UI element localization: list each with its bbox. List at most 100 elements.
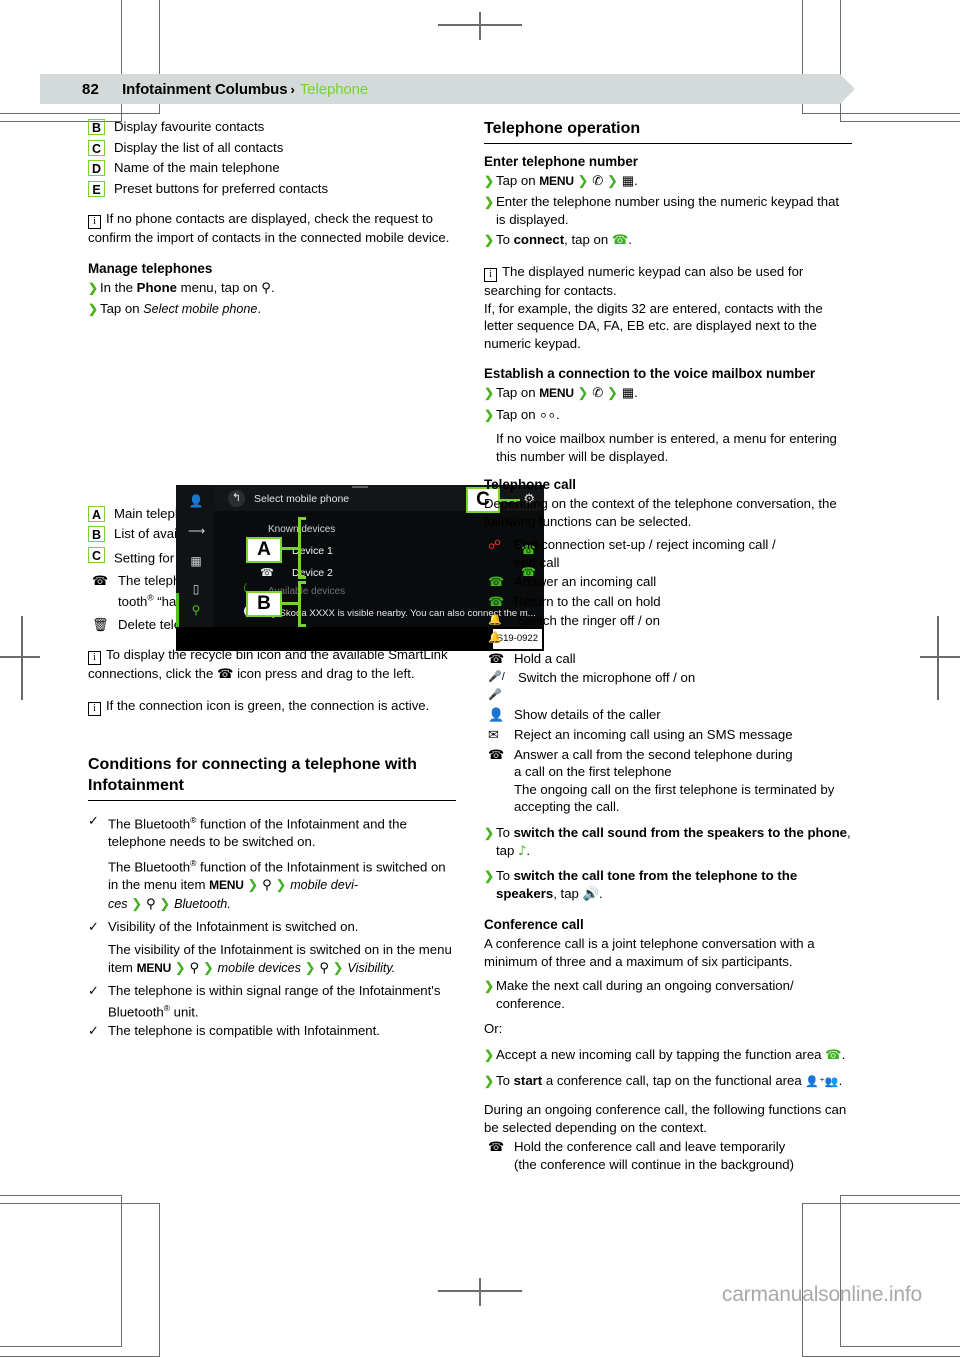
- callout-key: B: [88, 119, 105, 135]
- step-conference-start: ❯ To start a conference call, tap on the…: [484, 1072, 843, 1088]
- back-button[interactable]: ↰: [228, 490, 245, 507]
- note-recycle-bin: i To display the recycle bin icon and the…: [88, 646, 456, 684]
- callout-key: D: [88, 160, 105, 177]
- page-header: 82 Infotainment Columbus › Telephone: [40, 74, 855, 104]
- step-enter-number-keypad: ❯ Enter the telephone number using the n…: [484, 193, 852, 228]
- keypad-icon[interactable]: ▦: [188, 553, 204, 569]
- step-switch-to-phone: ❯ To switch the call sound from the spea…: [484, 825, 851, 859]
- callout-letter-a: A: [246, 537, 282, 563]
- right-column: Telephone operation Enter telephone numb…: [484, 118, 852, 1176]
- screenshot-title: Select mobile phone: [254, 493, 350, 505]
- step-conference-accept: ❯ Accept a new incoming call by tapping …: [484, 1046, 852, 1065]
- contact-icon[interactable]: 👤: [188, 493, 204, 509]
- step-switch-to-speakers: ❯ To switch the call tone from the telep…: [484, 868, 798, 902]
- conference-during-text: During an ongoing conference call, the f…: [484, 1102, 847, 1135]
- conference-start-pre: To: [496, 1072, 514, 1088]
- switch-phone-pre: To: [496, 825, 514, 840]
- answer-call-icon: ☎: [488, 574, 505, 590]
- screenshot-spacer: [88, 322, 456, 505]
- call-function-end: ☍ End connection set-up / reject incomin…: [484, 536, 852, 571]
- step-text-pre: Tap on: [496, 406, 540, 422]
- step-text-pre: Tap on: [496, 384, 540, 400]
- speaker-icon: 🔊: [582, 886, 599, 902]
- callout-key: C: [88, 139, 105, 156]
- callout-text: Preset buttons for preferred contacts: [114, 180, 329, 196]
- call-function-text: Show details of the caller: [514, 707, 661, 723]
- conference-accept-post: .: [841, 1046, 846, 1062]
- step-text: Make the next call during an ongoing con…: [496, 978, 794, 1011]
- callout-bracket-b-top: [298, 581, 306, 584]
- callout-row: B Display favourite contacts: [88, 118, 456, 136]
- step-text-post: , tap on: [564, 232, 612, 248]
- callout-text: Display the list of all contacts: [114, 139, 284, 155]
- handset-icon: ☎: [217, 667, 234, 683]
- conference-accept-pre: Accept a new incoming call by tapping th…: [496, 1046, 826, 1062]
- step-arrow-icon: ❯: [484, 233, 495, 248]
- step-conference-next-call: ❯ Make the next call during an ongoing c…: [484, 977, 852, 1012]
- info-icon: i: [484, 267, 497, 282]
- second-call-icon: ☎: [488, 746, 505, 762]
- condition-item: ✓ The telephone is within signal range o…: [88, 982, 456, 1021]
- voicemail-icon[interactable]: ▯: [188, 581, 204, 597]
- conference-function-hold: ☎ Hold the conference call and leave tem…: [484, 1138, 852, 1173]
- screenshot-notch: [352, 486, 368, 488]
- step-arrow-icon: ❯: [484, 869, 495, 884]
- keypad-icon: ▦: [621, 385, 635, 401]
- answer-call-icon: ☎: [825, 1047, 842, 1063]
- condition-item: ✓ The telephone is compatible with Infot…: [88, 1022, 456, 1040]
- phone-icon: ✆: [592, 385, 604, 401]
- note-keypad-search: i The displayed numeric keypad can also b…: [484, 263, 852, 352]
- step-arrow-icon: ❯: [484, 195, 495, 210]
- watermark: carmanualsonline.info: [721, 1283, 922, 1306]
- callout-row: E Preset buttons for preferred contacts: [88, 180, 456, 198]
- step-text-pre: Tap on: [100, 301, 144, 317]
- info-icon: i: [88, 215, 101, 230]
- handset-icon: ☎: [92, 572, 109, 588]
- step-arrow-icon: ❯: [88, 302, 99, 317]
- call-function-text-b: end call: [514, 554, 560, 570]
- info-icon: i: [88, 701, 101, 716]
- call-function-text: Hold a call: [514, 650, 576, 666]
- manual-page: 82 Infotainment Columbus › Telephone B D…: [0, 0, 960, 1357]
- condition-detail: The Bluetooth® function of the Infotainm…: [108, 858, 446, 912]
- call-function-ringer: 🔔/🔔 Switch the ringer off / on: [484, 612, 852, 647]
- step-voicemail-menu: ❯ Tap on MENU ❯ ✆ ❯ ▦.: [484, 384, 638, 401]
- conference-or: Or:: [484, 1021, 503, 1037]
- callout-row: C Display the list of all contacts: [88, 139, 456, 157]
- call-icon: ☎: [611, 233, 629, 249]
- callout-key: A: [88, 505, 105, 522]
- register-mark-top-v: [479, 12, 481, 40]
- step-connect: ❯ To connect, tap on ☎.: [484, 232, 632, 249]
- step-open-phone-menu: ❯ In the Phone menu, tap on ⚲.: [88, 279, 275, 296]
- call-function-caller-details: 👤 Show details of the caller: [484, 706, 852, 724]
- note-contacts-text: If no phone contacts are displayed, chec…: [88, 211, 450, 246]
- switch-speakers-post: , tap: [553, 885, 583, 901]
- call-function-answer: ☎ Answer an incoming call: [484, 573, 852, 591]
- telephone-call-intro: Depending on the context of the telephon…: [484, 495, 837, 529]
- register-mark-bottom-v: [479, 1278, 481, 1306]
- messages-icon[interactable]: ⟶: [188, 523, 205, 539]
- register-mark-left-v: [21, 616, 23, 700]
- conference-call-heading: Conference call: [484, 917, 584, 933]
- step-arrow-icon: ❯: [484, 173, 495, 188]
- bluetooth-icon[interactable]: ⚲: [188, 602, 204, 618]
- note-connection-green: i If the connection icon is green, the co…: [88, 697, 456, 716]
- step-select-mobile-phone: ❯ Tap on Select mobile phone.: [88, 301, 262, 317]
- hold-conference-icon: ☎: [488, 1139, 505, 1155]
- select-mobile-phone-label: Select mobile phone: [143, 302, 258, 317]
- step-arrow-icon: ❯: [484, 826, 495, 840]
- voicemail-note: If no voice mailbox number is entered, a…: [496, 431, 837, 464]
- call-function-reject-sms: ✉ Reject an incoming call using an SMS m…: [484, 726, 852, 744]
- menu-label: MENU: [539, 173, 574, 188]
- keypad-icon: ▦: [621, 173, 635, 189]
- callout-leader-a: [280, 547, 300, 550]
- voicemail-heading: Establish a connection to the voice mail…: [484, 366, 816, 382]
- end-call-icon: ☍: [488, 537, 502, 553]
- add-participant-icon: 👤⁺👥: [805, 1074, 839, 1088]
- step-text-post: menu, tap on: [176, 279, 262, 295]
- phone-audio-icon: ♪: [518, 843, 527, 859]
- step-arrow-icon: ❯: [484, 407, 495, 422]
- manage-telephones-heading: Manage telephones: [88, 260, 213, 276]
- callout-key: E: [88, 180, 105, 197]
- call-function-text-a: End connection set-up / reject incoming …: [514, 537, 776, 553]
